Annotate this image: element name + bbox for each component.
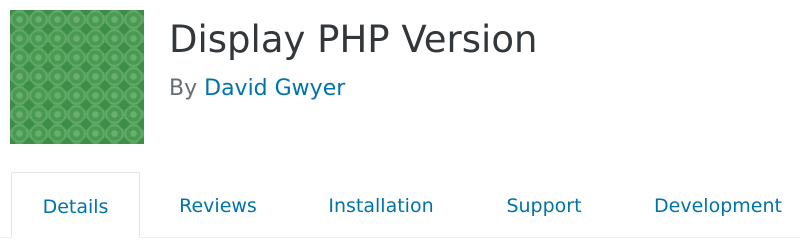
plugin-icon bbox=[10, 10, 144, 144]
author-link[interactable]: David Gwyer bbox=[204, 76, 345, 101]
tab-reviews[interactable]: Reviews bbox=[160, 172, 276, 238]
plugin-header: Display PHP Version By David Gwyer bbox=[0, 0, 800, 150]
plugin-title: Display PHP Version bbox=[169, 18, 538, 61]
byline-prefix: By bbox=[169, 76, 198, 101]
tab-details[interactable]: Details bbox=[11, 172, 140, 238]
plugin-tabs: Details Reviews Installation Support Dev… bbox=[0, 172, 800, 238]
plugin-byline: By David Gwyer bbox=[169, 74, 345, 104]
tab-development[interactable]: Development bbox=[640, 172, 796, 238]
tab-installation[interactable]: Installation bbox=[316, 172, 446, 238]
tab-support[interactable]: Support bbox=[492, 172, 596, 238]
